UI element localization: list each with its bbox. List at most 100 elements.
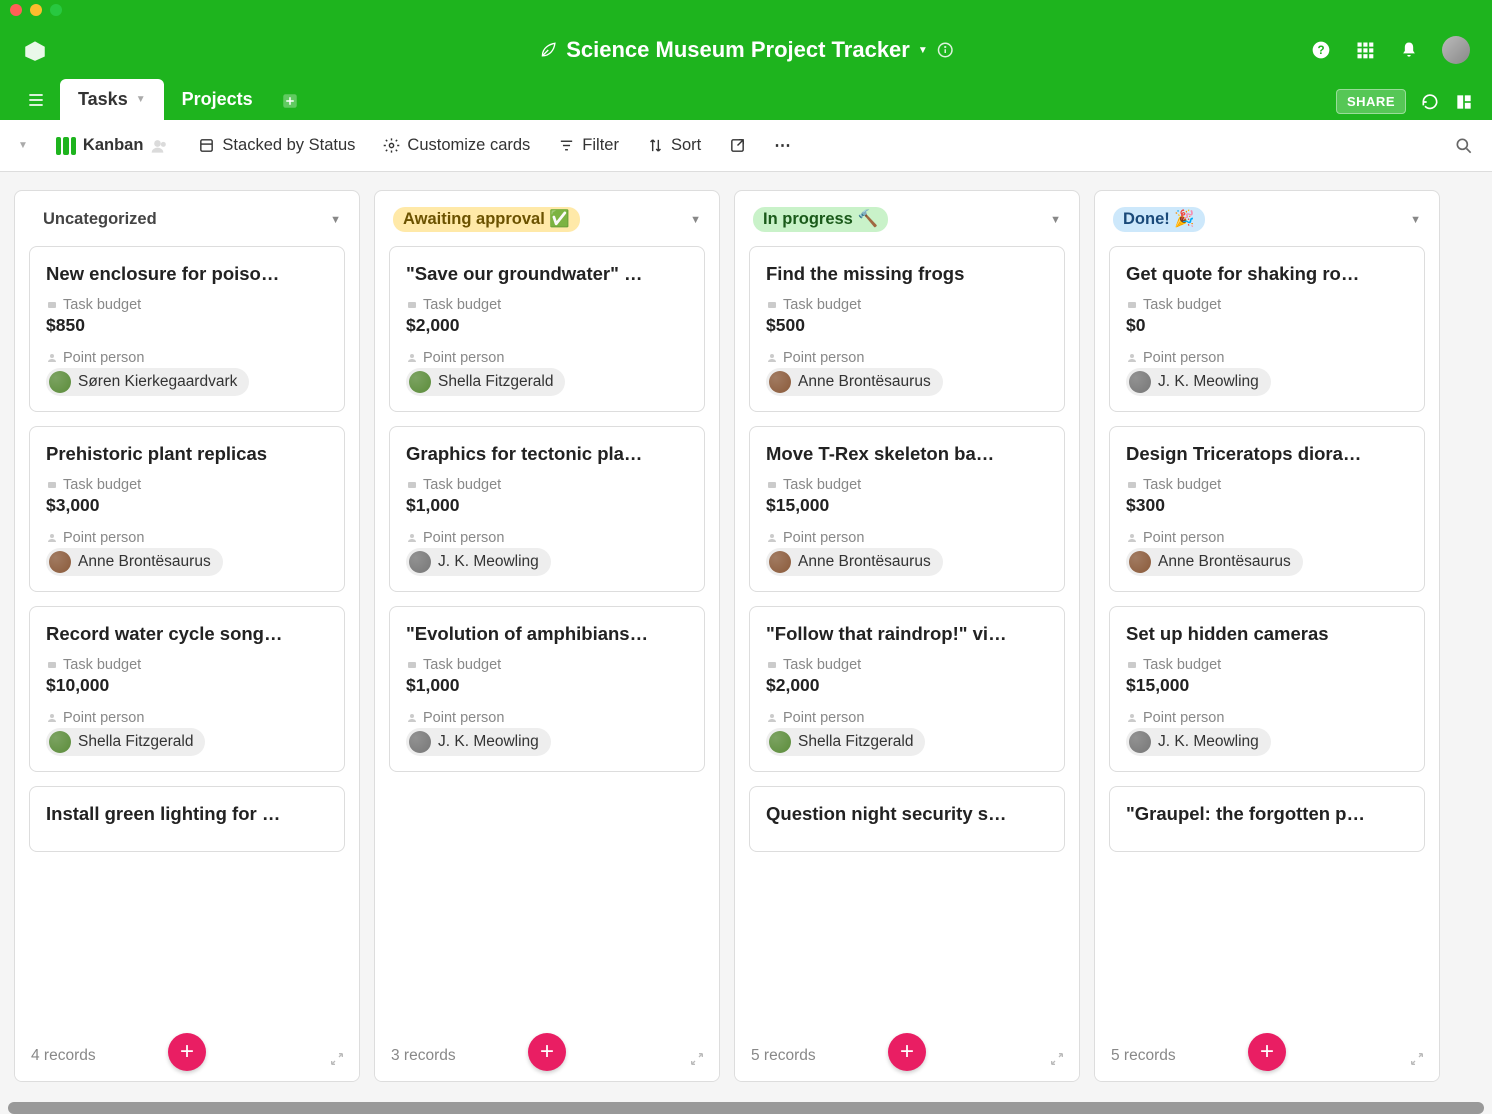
column-header[interactable]: Uncategorized ▼ (15, 191, 359, 246)
view-name[interactable]: Kanban (56, 136, 171, 156)
svg-text:?: ? (1317, 44, 1324, 57)
person-name: Anne Brontësaurus (78, 553, 211, 571)
horizontal-scrollbar[interactable] (8, 1102, 1484, 1114)
share-view-icon[interactable] (729, 137, 746, 154)
window-chrome (0, 0, 1492, 20)
column-body[interactable]: "Save our groundwater" …Task budget$2,00… (375, 246, 719, 1029)
avatar-icon (49, 371, 71, 393)
more-options-icon[interactable]: ⋯ (774, 136, 793, 156)
field-value-budget: $1,000 (406, 495, 688, 516)
help-icon[interactable]: ? (1310, 39, 1332, 61)
person-name: Anne Brontësaurus (1158, 553, 1291, 571)
kanban-card[interactable]: Get quote for shaking ro…Task budget$0Po… (1109, 246, 1425, 412)
collaborators-icon (150, 136, 170, 156)
field-label-person: Point person (1126, 710, 1408, 726)
info-icon[interactable] (936, 41, 954, 59)
avatar-icon (1129, 731, 1151, 753)
expand-column-icon[interactable] (329, 1051, 345, 1067)
kanban-card[interactable]: "Evolution of amphibians…Task budget$1,0… (389, 606, 705, 772)
avatar-icon (769, 731, 791, 753)
person-name: J. K. Meowling (1158, 373, 1259, 391)
card-title: "Graupel: the forgotten p… (1126, 803, 1408, 825)
column-menu-caret[interactable]: ▼ (1410, 214, 1421, 226)
kanban-card[interactable]: Prehistoric plant replicasTask budget$3,… (29, 426, 345, 592)
kanban-card[interactable]: "Follow that raindrop!" vi…Task budget$2… (749, 606, 1065, 772)
kanban-card[interactable]: Graphics for tectonic pla…Task budget$1,… (389, 426, 705, 592)
maximize-window-button[interactable] (50, 4, 62, 16)
hamburger-menu-icon[interactable] (18, 80, 60, 120)
column-menu-caret[interactable]: ▼ (690, 214, 701, 226)
view-toolbar: ▼ Kanban Stacked by Status Customize car… (0, 120, 1492, 172)
user-avatar[interactable] (1442, 36, 1470, 64)
column-title-pill: Awaiting approval ✅ (393, 207, 580, 232)
add-record-button[interactable]: + (888, 1033, 926, 1071)
history-icon[interactable] (1420, 92, 1440, 112)
expand-column-icon[interactable] (1049, 1051, 1065, 1067)
card-title: Question night security s… (766, 803, 1048, 825)
kanban-column: Done! 🎉▼ Get quote for shaking ro… Task bu… (1094, 190, 1440, 1082)
column-header[interactable]: Awaiting approval ✅ ▼ (375, 191, 719, 246)
title-dropdown-caret[interactable]: ▼ (918, 45, 928, 56)
base-title[interactable]: Science Museum Project Tracker (566, 37, 910, 63)
person-name: Shella Fitzgerald (438, 373, 553, 391)
kanban-card[interactable]: Design Triceratops diora…Task budget$300… (1109, 426, 1425, 592)
add-table-button[interactable] (271, 82, 309, 120)
stacked-by-button[interactable]: Stacked by Status (198, 136, 355, 155)
add-record-button[interactable]: + (528, 1033, 566, 1071)
field-label-budget: Task budget (766, 477, 1048, 493)
kanban-card[interactable]: Move T-Rex skeleton ba…Task budget$15,00… (749, 426, 1065, 592)
column-footer: 4 records+ (15, 1029, 359, 1081)
app-logo-icon (22, 37, 48, 63)
field-label-person: Point person (46, 530, 328, 546)
avatar-icon (1129, 371, 1151, 393)
filter-button[interactable]: Filter (558, 136, 619, 155)
view-switcher-caret[interactable]: ▼ (18, 140, 28, 151)
column-menu-caret[interactable]: ▼ (330, 214, 341, 226)
minimize-window-button[interactable] (30, 4, 42, 16)
person-name: Anne Brontësaurus (798, 553, 931, 571)
column-title-pill: In progress 🔨 (753, 207, 888, 232)
add-record-button[interactable]: + (168, 1033, 206, 1071)
expand-column-icon[interactable] (689, 1051, 705, 1067)
share-button[interactable]: SHARE (1336, 89, 1406, 114)
column-body[interactable]: Find the missing frogsTask budget$500Poi… (735, 246, 1079, 1029)
tab-projects[interactable]: Projects (164, 79, 271, 120)
blocks-icon[interactable] (1454, 92, 1474, 112)
column-header[interactable]: Done! 🎉▼ (1095, 191, 1439, 246)
person-chip: Anne Brontësaurus (1126, 548, 1303, 576)
card-title: Get quote for shaking ro… (1126, 263, 1408, 285)
person-chip: J. K. Meowling (1126, 368, 1271, 396)
search-icon[interactable] (1454, 136, 1474, 156)
field-label-budget: Task budget (46, 297, 328, 313)
field-label-budget: Task budget (1126, 297, 1408, 313)
customize-cards-button[interactable]: Customize cards (383, 136, 530, 155)
field-label-budget: Task budget (406, 657, 688, 673)
column-menu-caret[interactable]: ▼ (1050, 214, 1061, 226)
add-record-button[interactable]: + (1248, 1033, 1286, 1071)
avatar-icon (1129, 551, 1151, 573)
kanban-card[interactable]: New enclosure for poiso…Task budget$850P… (29, 246, 345, 412)
kanban-card[interactable]: Install green lighting for … (29, 786, 345, 852)
column-footer: 5 records+ (1095, 1029, 1439, 1081)
apps-grid-icon[interactable] (1354, 39, 1376, 61)
person-name: Shella Fitzgerald (798, 733, 913, 751)
close-window-button[interactable] (10, 4, 22, 16)
kanban-card[interactable]: Set up hidden camerasTask budget$15,000P… (1109, 606, 1425, 772)
kanban-card[interactable]: Find the missing frogsTask budget$500Poi… (749, 246, 1065, 412)
tab-tasks[interactable]: Tasks ▼ (60, 79, 164, 120)
column-body[interactable]: New enclosure for poiso…Task budget$850P… (15, 246, 359, 1029)
column-body[interactable]: Get quote for shaking ro…Task budget$0Po… (1095, 246, 1439, 1029)
tab-dropdown-caret[interactable]: ▼ (136, 94, 146, 105)
column-title-pill: Uncategorized (33, 207, 167, 232)
field-label-budget: Task budget (46, 477, 328, 493)
kanban-card[interactable]: "Graupel: the forgotten p… (1109, 786, 1425, 852)
kanban-card[interactable]: "Save our groundwater" …Task budget$2,00… (389, 246, 705, 412)
column-header[interactable]: In progress 🔨 ▼ (735, 191, 1079, 246)
kanban-card[interactable]: Question night security s… (749, 786, 1065, 852)
kanban-card[interactable]: Record water cycle song…Task budget$10,0… (29, 606, 345, 772)
person-name: J. K. Meowling (438, 553, 539, 571)
notifications-icon[interactable] (1398, 39, 1420, 61)
sort-button[interactable]: Sort (647, 136, 701, 155)
person-name: J. K. Meowling (438, 733, 539, 751)
expand-column-icon[interactable] (1409, 1051, 1425, 1067)
